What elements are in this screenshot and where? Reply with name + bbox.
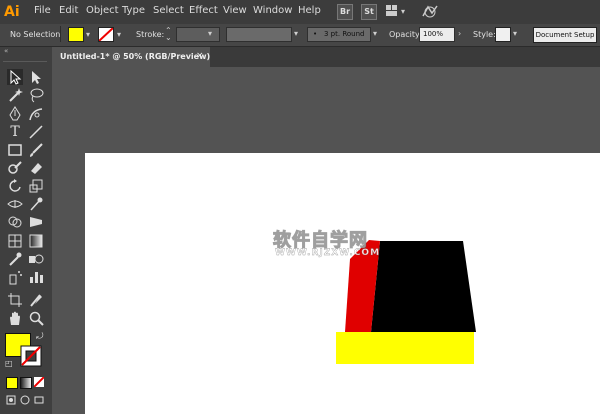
opacity-value: 100% [423,30,444,38]
document-setup-button[interactable]: Document Setup [533,27,597,43]
color-mode-icon[interactable] [6,377,18,389]
watermark-url: WWW.RJZXW.COM [275,248,381,258]
draw-normal-icon[interactable] [6,395,16,405]
gradient-mode-icon[interactable] [20,377,32,389]
stroke-label: Stroke: [136,30,165,39]
menu-help[interactable]: Help [298,5,321,16]
hand-tool-icon[interactable] [7,310,23,326]
chevron-down-icon[interactable]: ▾ [86,30,90,39]
lasso-tool-icon[interactable] [28,87,44,103]
none-mode-icon[interactable] [33,376,45,388]
panel-grip[interactable] [3,61,47,64]
menu-effect[interactable]: Effect [189,5,218,16]
shaper-tool-icon[interactable] [7,160,23,176]
chevron-down-icon[interactable]: ▾ [513,29,517,38]
close-tab-icon[interactable]: × [196,51,204,61]
arrange-documents-icon[interactable] [386,5,398,17]
type-tool-icon[interactable]: T [7,124,23,140]
zoom-tool-icon[interactable] [28,310,44,326]
rotate-tool-icon[interactable] [7,178,23,194]
black-shape [371,241,476,332]
app-logo: Ai [4,4,20,20]
document-tab-title: Untitled-1* @ 50% (RGB/Preview) [60,52,211,61]
pen-tool-icon[interactable] [7,106,23,122]
stroke-color-swatch[interactable] [98,27,114,42]
stroke-swatch[interactable] [20,345,42,367]
swap-colors-icon[interactable]: ⤾ [36,332,44,342]
chevron-right-icon[interactable]: › [458,29,461,38]
gradient-tool-icon[interactable] [28,233,44,249]
collapse-panel-icon[interactable]: « [4,47,8,55]
puppet-warp-tool-icon[interactable] [28,196,44,212]
variable-width-profile[interactable] [226,27,292,42]
opacity-label: Opacity: [389,30,422,39]
mesh-tool-icon[interactable] [7,233,23,249]
chevron-down-icon[interactable]: ▾ [208,29,212,38]
graphic-style-swatch[interactable] [495,27,511,42]
divider [60,26,61,42]
fill-color-swatch[interactable] [68,27,84,42]
brush-value: 3 pt. Round [324,30,365,38]
scale-tool-icon[interactable] [28,178,44,194]
yellow-rectangle [336,332,474,364]
line-tool-icon[interactable] [28,124,44,140]
eyedropper-tool-icon[interactable] [7,251,23,267]
symbol-sprayer-tool-icon[interactable] [7,269,23,285]
menu-object[interactable]: Object [86,5,119,16]
slice-tool-icon[interactable] [28,292,44,308]
stroke-weight-input[interactable] [176,27,220,42]
gpu-performance-icon[interactable] [422,4,438,18]
blend-tool-icon[interactable] [28,251,44,267]
menu-file[interactable]: File [34,5,51,16]
magic-wand-tool-icon[interactable] [7,87,23,103]
column-graph-tool-icon[interactable] [28,269,44,285]
width-tool-icon[interactable] [7,196,23,212]
stock-button[interactable]: St [361,4,377,20]
brush-dot-icon: • [313,30,318,38]
menu-view[interactable]: View [223,5,247,16]
default-colors-icon[interactable]: ◰ [5,359,13,368]
chevron-down-icon[interactable]: ▾ [117,30,121,39]
chevron-down-icon[interactable]: ▾ [373,29,377,38]
artboard-tool-icon[interactable] [7,292,23,308]
style-label: Style: [473,30,496,39]
chevron-down-icon[interactable]: ▾ [294,29,298,38]
menu-select[interactable]: Select [153,5,184,16]
selection-status: No Selection [10,30,61,39]
bridge-button[interactable]: Br [337,4,353,20]
eraser-tool-icon[interactable] [28,160,44,176]
menu-edit[interactable]: Edit [59,5,78,16]
curvature-tool-icon[interactable] [28,106,44,122]
rectangle-tool-icon[interactable] [7,142,23,158]
screen-mode-icon[interactable] [34,395,44,405]
paintbrush-tool-icon[interactable] [28,142,44,158]
perspective-tool-icon[interactable] [28,214,44,230]
selection-tool-icon[interactable] [7,69,23,85]
stroke-weight-stepper[interactable]: ⌃ ⌄ [165,27,172,42]
direct-selection-tool-icon[interactable] [28,69,44,85]
menu-window[interactable]: Window [253,5,292,16]
shape-builder-tool-icon[interactable] [7,214,23,230]
chevron-down-icon[interactable]: ▾ [401,7,405,16]
menu-type[interactable]: Type [122,5,145,16]
draw-behind-icon[interactable] [20,395,30,405]
